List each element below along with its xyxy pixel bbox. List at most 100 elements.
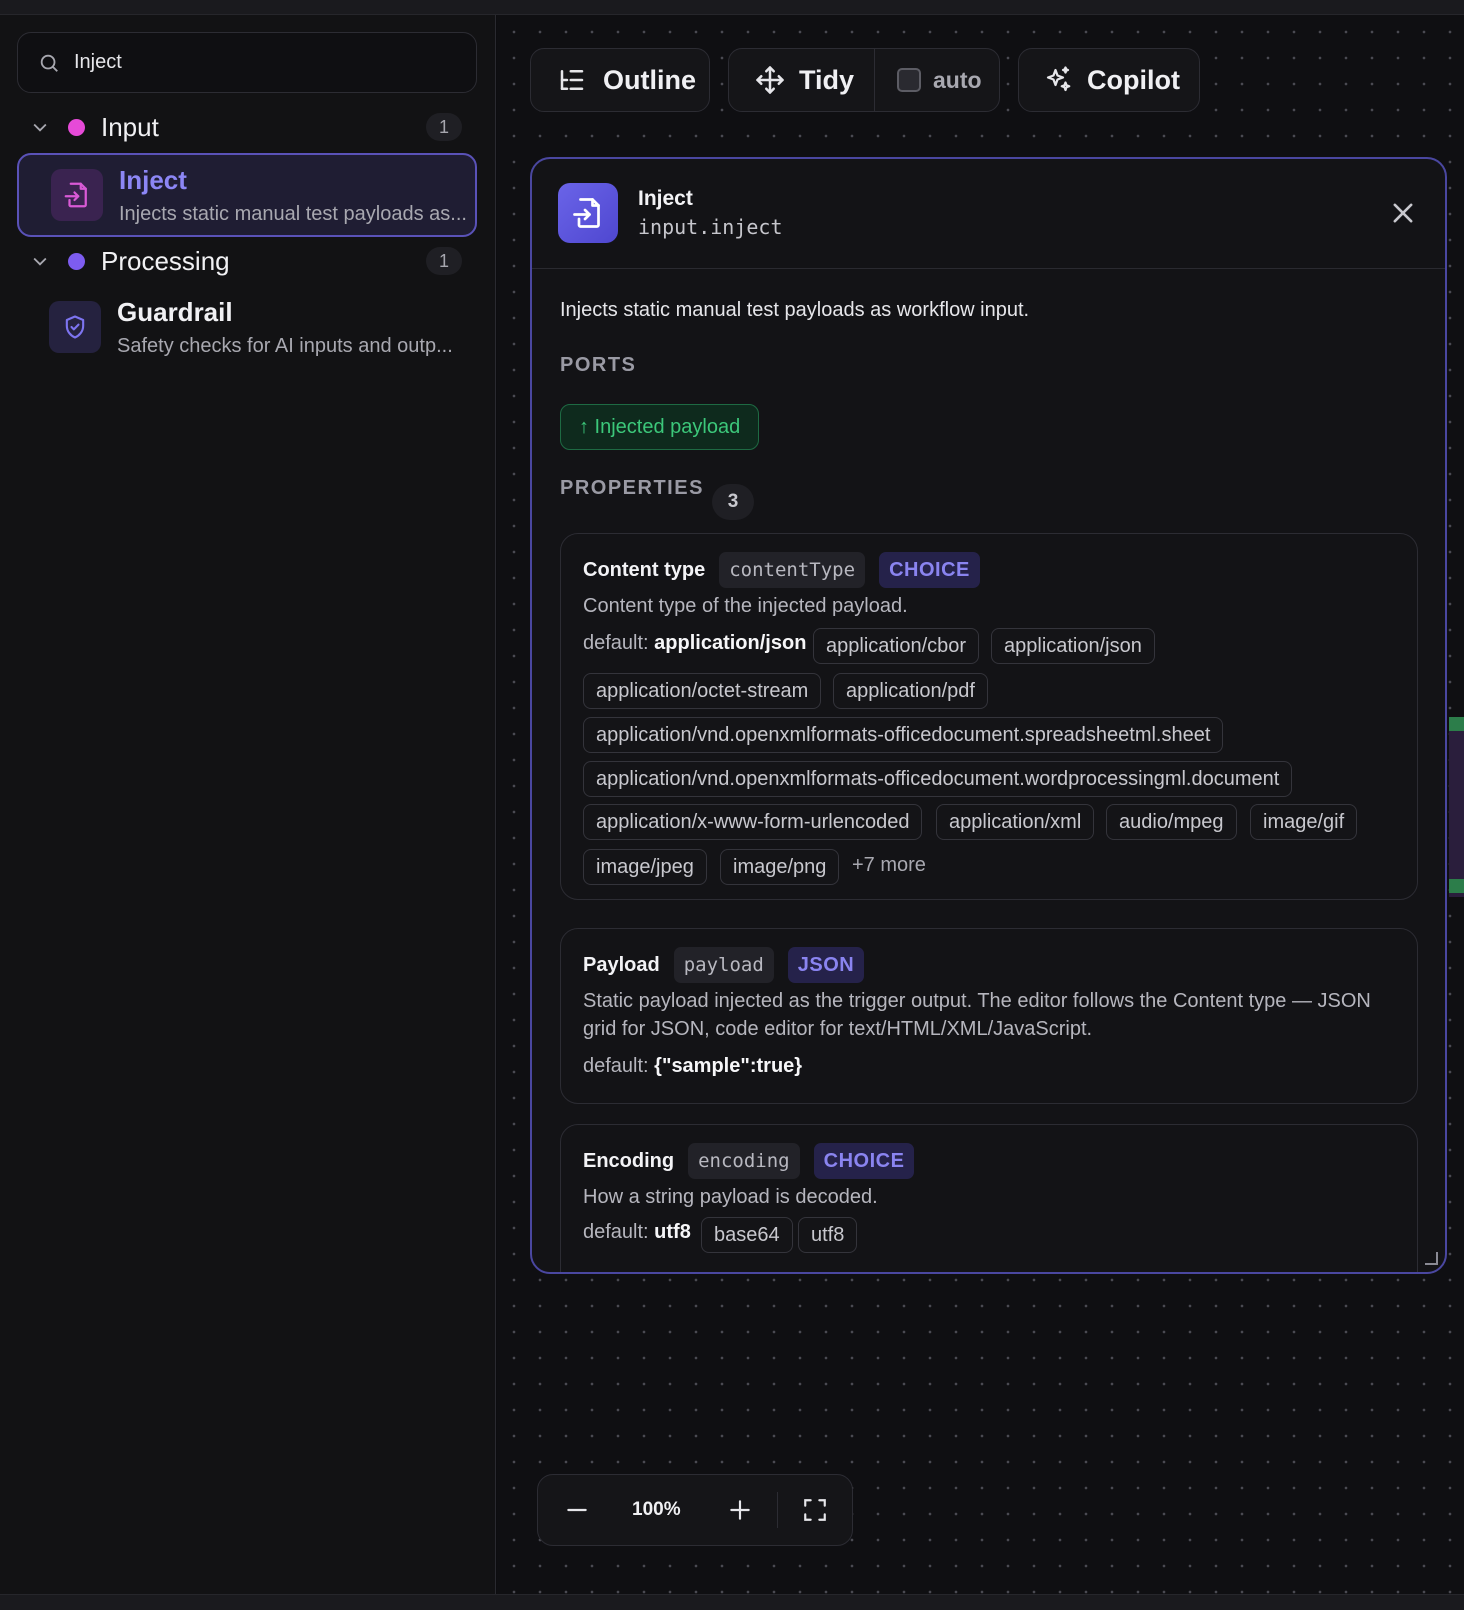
auto-checkbox[interactable] [897,68,921,92]
default-label: default: [583,632,649,654]
option-chip: application/pdf [833,673,988,709]
default-value: application/json [654,632,807,654]
chevron-down-icon[interactable] [30,117,50,137]
option-chip: base64 [701,1217,793,1253]
group-color-dot [68,118,85,136]
zoom-controls: 100% [537,1474,853,1546]
group-processing[interactable]: Processing 1 [30,243,470,279]
property-card-encoding: Encoding encoding CHOICE How a string pa… [560,1124,1418,1272]
copilot-button[interactable]: Copilot [1018,48,1200,112]
output-port-chip[interactable]: ↑ Injected payload [560,404,760,450]
property-header: Payload payload JSON [583,947,865,983]
group-count-badge: 1 [426,247,462,275]
chevron-down-icon[interactable] [30,251,50,271]
zoom-divider [776,1492,778,1528]
properties-count-badge: 3 [712,484,754,520]
ports-heading: PORTS [560,354,637,376]
search-input[interactable]: Inject [17,32,477,93]
zoom-out-icon[interactable] [564,1497,590,1523]
property-description: Content type of the injected payload. [583,595,908,617]
window-top-bar [0,0,1464,15]
search-value: Inject [74,51,122,73]
panel-title: Inject [638,187,693,210]
outline-label: Outline [603,64,696,95]
property-type-badge: CHOICE [879,552,980,588]
move-arrows-icon [756,66,784,94]
node-library-sidebar: Inject Input 1 Inject Injects static man… [0,15,496,1594]
option-chip: audio/mpeg [1106,804,1237,840]
auto-label: auto [933,66,982,93]
outline-button[interactable]: Outline [530,48,710,112]
file-import-icon [558,183,618,243]
property-type-badge: CHOICE [813,1143,915,1179]
property-key: encoding [688,1143,800,1179]
group-name: Input [101,111,159,142]
panel-node-type: input.inject [638,215,783,239]
default-value: {"sample":true} [654,1055,803,1077]
group-count-badge: 1 [426,113,462,141]
option-chip: application/vnd.openxmlformats-officedoc… [583,761,1293,797]
default-label: default: [583,1055,649,1077]
property-card-content-type: Content type contentType CHOICE Content … [560,533,1418,900]
property-default: default: {"sample":true} [583,1055,802,1078]
description-line: Static payload injected as the trigger o… [583,990,1371,1012]
property-default: default: utf8 [583,1221,691,1244]
property-key: contentType [719,552,866,588]
close-icon[interactable] [1389,199,1417,227]
option-chip: application/cbor [813,628,980,664]
description-line: grid for JSON, code editor for text/HTML… [583,1018,1093,1040]
property-card-payload: Payload payload JSON Static payload inje… [560,928,1418,1104]
item-title: Guardrail [117,297,233,327]
fit-view-icon[interactable] [802,1497,828,1523]
property-name: Content type [583,558,706,581]
property-description: Static payload injected as the trigger o… [583,987,1371,1043]
panel-header: Inject input.inject [532,159,1445,269]
property-header: Encoding encoding CHOICE [583,1143,915,1179]
sparkles-icon [1046,66,1071,92]
item-title: Inject [119,165,187,195]
properties-heading: PROPERTIES [560,477,704,499]
tidy-label: Tidy [799,64,855,95]
copilot-label: Copilot [1087,64,1180,95]
property-description: How a string payload is decoded. [583,1186,878,1208]
option-chip: image/jpeg [583,849,707,885]
panel-description: Injects static manual test payloads as w… [560,299,1030,321]
search-icon [40,54,58,72]
option-chip: application/x-www-form-urlencoded [583,804,923,840]
property-key: payload [673,947,774,983]
file-import-icon [51,169,103,221]
option-chip: image/png [720,849,840,885]
group-color-dot [68,252,85,270]
property-type-badge: JSON [787,947,865,983]
more-options-link[interactable]: +7 more [852,854,926,877]
zoom-level: 100% [632,1499,681,1520]
group-input[interactable]: Input 1 [30,109,470,145]
default-value: utf8 [654,1221,691,1243]
option-chip: application/json [991,628,1155,664]
property-name: Encoding [583,1149,675,1172]
window-bottom-bar [0,1594,1464,1610]
property-header: Content type contentType CHOICE [583,552,980,588]
auto-toggle[interactable]: auto [875,49,982,111]
option-chip: application/vnd.openxmlformats-officedoc… [583,717,1224,753]
tidy-button[interactable]: Tidy [729,49,875,111]
shield-check-icon [49,301,101,353]
option-chip: application/xml [936,804,1095,840]
item-description: Injects static manual test payloads as..… [119,203,467,225]
resize-handle-icon[interactable] [1423,1250,1439,1266]
outline-icon [560,70,584,90]
item-description: Safety checks for AI inputs and outp... [117,335,453,357]
property-default: default: application/json [583,632,806,655]
sidebar-item-guardrail[interactable]: Guardrail Safety checks for AI inputs an… [17,287,477,371]
property-name: Payload [583,953,660,976]
group-name: Processing [101,245,230,276]
node-inspector-panel: Inject input.inject Injects static manua… [530,157,1447,1274]
option-chip: image/gif [1250,804,1358,840]
option-chip: application/octet-stream [583,673,822,709]
default-label: default: [583,1221,649,1243]
zoom-in-icon[interactable] [727,1497,753,1523]
option-chip: utf8 [798,1217,858,1253]
canvas-node-edge [1449,717,1464,897]
sidebar-item-inject[interactable]: Inject Injects static manual test payloa… [17,153,477,237]
tidy-group: Tidy auto [728,48,1000,112]
